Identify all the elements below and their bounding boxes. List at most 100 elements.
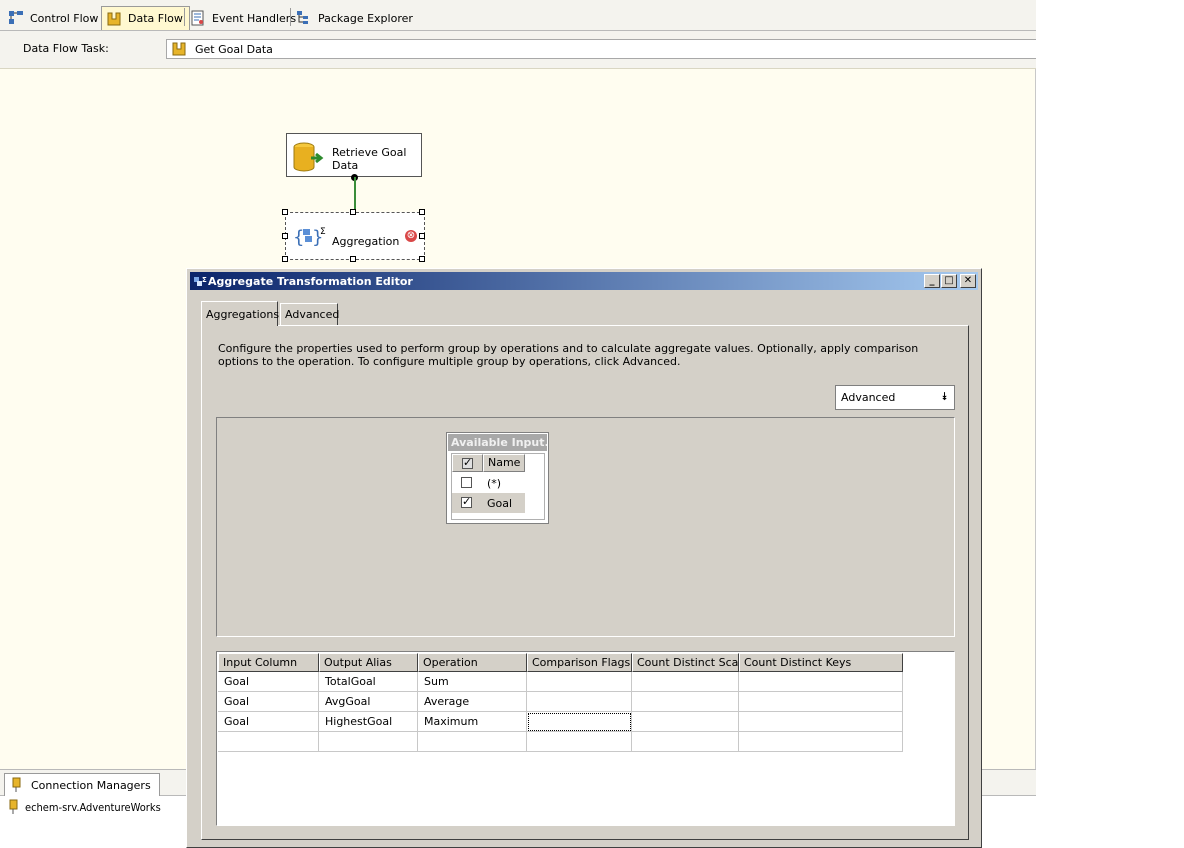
select-all-header[interactable]: [452, 454, 483, 472]
connection-icon: [8, 799, 22, 815]
task-bar: Data Flow Task: Get Goal Data: [0, 31, 1036, 69]
name-column-header[interactable]: Name: [483, 454, 525, 472]
description-text: Configure the properties used to perform…: [218, 342, 919, 368]
connection-item-label: echem-srv.AdventureWorks: [25, 800, 161, 814]
grid-cell[interactable]: Goal: [218, 692, 319, 712]
database-source-icon: [293, 142, 324, 172]
designer-tab-strip: Control Flow Data Flow Event Handlers Pa…: [0, 0, 1036, 31]
resize-handle[interactable]: [282, 233, 288, 239]
grid-cell[interactable]: [632, 732, 739, 752]
available-input-columns[interactable]: Available Input... Name (*): [446, 432, 549, 524]
select-all-checkbox[interactable]: [462, 456, 473, 469]
row-checkbox[interactable]: [461, 495, 472, 508]
tab-label: Event Handlers: [212, 11, 297, 25]
data-flow-icon: [171, 41, 187, 57]
connection-icon: [11, 777, 25, 793]
input-design-area[interactable]: Available Input... Name (*): [216, 417, 955, 637]
event-handlers-icon: [190, 10, 206, 26]
tab-label: Control Flow: [30, 11, 99, 25]
tab-label: Data Flow: [128, 12, 183, 25]
grid-cell[interactable]: [527, 692, 632, 712]
dialog-title: Aggregate Transformation Editor: [208, 274, 413, 288]
grid-column-header[interactable]: Count Distinct Keys: [739, 653, 903, 672]
aggregate-node[interactable]: {} Σ Aggregation ⊗: [282, 209, 425, 262]
grid-cell[interactable]: [527, 672, 632, 692]
error-icon: ⊗: [405, 230, 417, 242]
grid-cell[interactable]: [218, 732, 319, 752]
advanced-button-label: Advanced: [841, 391, 896, 404]
tab-label: Aggregations: [206, 307, 280, 321]
grid-cell[interactable]: Maximum: [418, 712, 527, 732]
svg-text:Σ: Σ: [320, 227, 326, 237]
advanced-toggle-button[interactable]: Advanced ⯯: [835, 385, 955, 410]
grid-cell[interactable]: [739, 692, 903, 712]
grid-cell[interactable]: Goal: [218, 672, 319, 692]
grid-cell-focused[interactable]: [527, 712, 632, 732]
svg-text:{: {: [293, 227, 304, 248]
grid-column-header[interactable]: Comparison Flags: [527, 653, 632, 672]
resize-handle[interactable]: [350, 209, 356, 215]
grid-cell[interactable]: [319, 732, 418, 752]
aggregate-icon: {} Σ: [293, 223, 326, 251]
grid-cell[interactable]: [739, 712, 903, 732]
data-path-connector[interactable]: [354, 177, 356, 209]
data-flow-icon: [106, 11, 122, 27]
list-item-name: Goal: [483, 493, 525, 513]
tab-connection-managers[interactable]: Connection Managers: [4, 773, 160, 796]
data-flow-task-select[interactable]: Get Goal Data: [166, 39, 1036, 59]
column-name: (*): [487, 476, 502, 490]
resize-handle[interactable]: [419, 209, 425, 215]
grid-cell[interactable]: TotalGoal: [319, 672, 418, 692]
grid-cell[interactable]: HighestGoal: [319, 712, 418, 732]
resize-handle[interactable]: [350, 256, 356, 262]
grid-cell[interactable]: Goal: [218, 712, 319, 732]
minimize-button[interactable]: _: [924, 274, 940, 288]
tab-data-flow[interactable]: Data Flow: [101, 6, 190, 30]
source-node[interactable]: Retrieve Goal Data: [286, 133, 422, 177]
connection-item[interactable]: echem-srv.AdventureWorks: [8, 799, 161, 815]
grid-column-header[interactable]: Count Distinct Scale: [632, 653, 739, 672]
row-checkbox[interactable]: [461, 477, 472, 488]
grid-column-header[interactable]: Input Column: [218, 653, 319, 672]
resize-handle[interactable]: [419, 256, 425, 262]
maximize-button[interactable]: □: [941, 274, 957, 288]
tab-advanced[interactable]: Advanced: [280, 303, 339, 325]
aggregations-grid[interactable]: Input Column Output Alias Operation Comp…: [216, 651, 955, 826]
available-input-list: Name (*) Goal: [451, 453, 545, 520]
resize-handle[interactable]: [282, 256, 288, 262]
tab-label: Connection Managers: [31, 778, 151, 792]
grid-cell[interactable]: AvgGoal: [319, 692, 418, 712]
resize-handle[interactable]: [282, 209, 288, 215]
close-button[interactable]: ✕: [960, 274, 976, 288]
task-value: Get Goal Data: [195, 42, 273, 56]
aggregate-icon: Σ: [193, 274, 207, 288]
grid-cell[interactable]: Sum: [418, 672, 527, 692]
tab-event-handlers[interactable]: Event Handlers: [186, 6, 302, 30]
aggregate-editor-dialog: Σ Aggregate Transformation Editor _ □ ✕ …: [186, 268, 982, 848]
grid-cell[interactable]: [739, 732, 903, 752]
dialog-title-bar[interactable]: Σ Aggregate Transformation Editor _ □ ✕: [190, 272, 978, 290]
available-input-title: Available Input...: [448, 434, 547, 451]
list-item[interactable]: [452, 493, 483, 513]
grid-cell[interactable]: [632, 712, 739, 732]
grid-cell[interactable]: Average: [418, 692, 527, 712]
grid-column-header[interactable]: Output Alias: [319, 653, 418, 672]
grid-column-header[interactable]: Operation: [418, 653, 527, 672]
tab-control-flow[interactable]: Control Flow: [4, 6, 104, 30]
tab-label: Package Explorer: [318, 11, 413, 25]
svg-text:Σ: Σ: [202, 276, 207, 284]
control-flow-icon: [8, 10, 24, 26]
tab-package-explorer[interactable]: Package Explorer: [292, 6, 419, 30]
aggregate-node-label: Aggregation: [332, 235, 400, 248]
grid-cell[interactable]: [632, 672, 739, 692]
grid-cell[interactable]: [527, 732, 632, 752]
source-node-label-2: Data: [332, 159, 359, 172]
name-header-label: Name: [488, 456, 521, 469]
list-item[interactable]: [452, 473, 483, 493]
grid-cell[interactable]: [739, 672, 903, 692]
grid-cell[interactable]: [632, 692, 739, 712]
grid-cell[interactable]: [418, 732, 527, 752]
resize-handle[interactable]: [419, 233, 425, 239]
tab-aggregations[interactable]: Aggregations: [201, 301, 280, 326]
double-chevron-down-icon: ⯯: [941, 390, 948, 403]
